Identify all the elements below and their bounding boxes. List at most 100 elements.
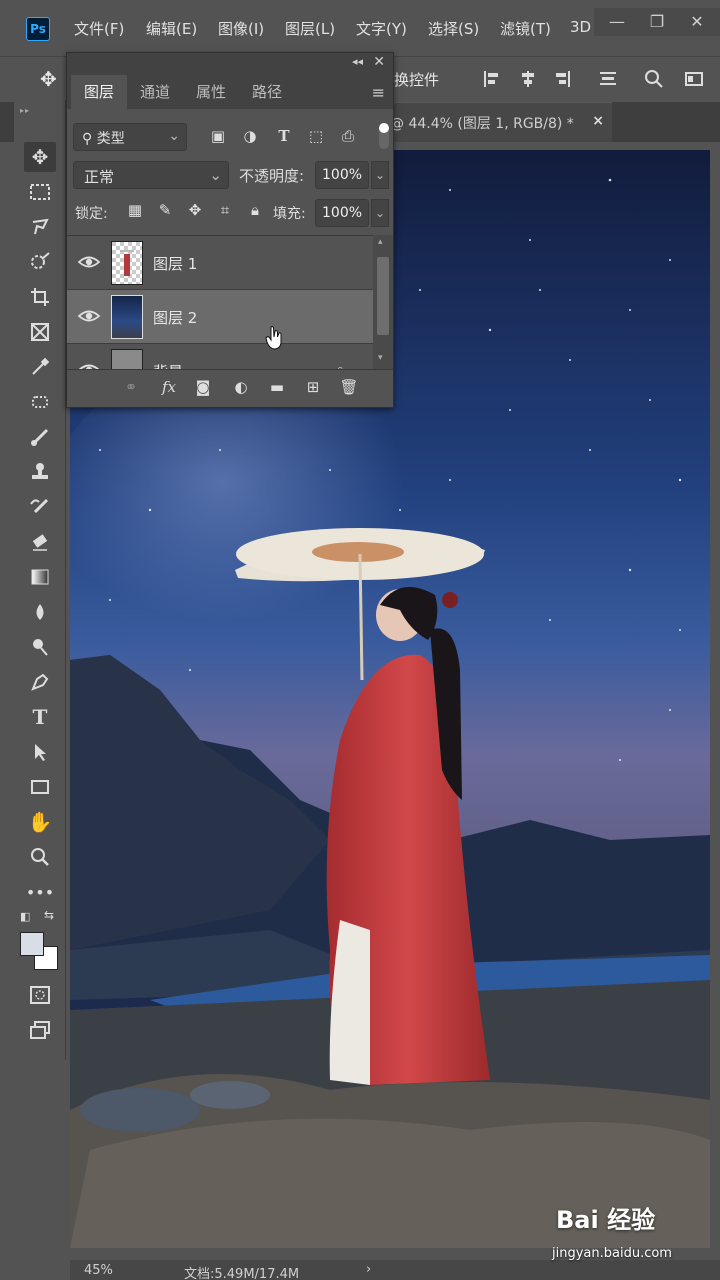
marquee-tool-icon[interactable]: [24, 177, 56, 207]
layer-lock-icon: 🔒︎: [337, 362, 344, 369]
menu-filter[interactable]: 滤镜(T): [500, 18, 551, 39]
visibility-eye-icon[interactable]: [77, 306, 101, 326]
path-selection-tool-icon[interactable]: [24, 737, 56, 767]
new-group-icon[interactable]: ▬: [265, 378, 289, 400]
opacity-dropdown-icon[interactable]: ⌄: [371, 161, 389, 189]
quick-mask-icon[interactable]: [24, 980, 56, 1010]
workspace-icon[interactable]: [684, 69, 704, 89]
layer-name[interactable]: 图层 2: [153, 307, 197, 328]
move-tool-preset-icon[interactable]: ✥: [40, 67, 57, 91]
scroll-up-icon[interactable]: ▴: [378, 237, 383, 247]
search-icon[interactable]: [644, 69, 664, 89]
opacity-input[interactable]: 100%: [315, 161, 369, 189]
more-tools-icon[interactable]: •••: [24, 877, 56, 907]
move-tool-icon[interactable]: ✥: [24, 142, 56, 172]
crop-tool-icon[interactable]: [24, 282, 56, 312]
layer-name[interactable]: 图层 1: [153, 253, 197, 274]
healing-brush-tool-icon[interactable]: [24, 387, 56, 417]
panel-title-strip[interactable]: ◂◂ ✕: [67, 53, 393, 75]
menu-type[interactable]: 文字(Y): [356, 18, 407, 39]
visibility-eye-icon[interactable]: [77, 360, 101, 369]
filter-type-icon[interactable]: T: [273, 125, 295, 147]
swap-colors-icon[interactable]: ⇆: [44, 908, 54, 922]
lock-position-icon[interactable]: ✥: [185, 201, 205, 223]
delete-layer-icon[interactable]: 🗑︎: [337, 378, 361, 400]
layer-style-fx-icon[interactable]: fx: [157, 378, 181, 400]
default-colors-icon[interactable]: ◧: [20, 910, 30, 923]
align-left-icon[interactable]: [482, 69, 502, 89]
tab-channels[interactable]: 通道: [127, 75, 183, 109]
filter-smart-object-icon[interactable]: ⎙: [337, 125, 359, 147]
collapse-panel-icon[interactable]: ◂◂: [352, 55, 363, 68]
gradient-tool-icon[interactable]: [24, 562, 56, 592]
eraser-tool-icon[interactable]: [24, 527, 56, 557]
menu-edit[interactable]: 编辑(E): [146, 18, 197, 39]
visibility-eye-icon[interactable]: [77, 252, 101, 272]
type-tool-icon[interactable]: T: [24, 702, 56, 732]
menu-file[interactable]: 文件(F): [74, 18, 124, 39]
close-button[interactable]: ✕: [680, 10, 714, 34]
menu-image[interactable]: 图像(I): [218, 18, 264, 39]
filter-adjustment-icon[interactable]: ◑: [239, 125, 261, 147]
filter-shape-icon[interactable]: ⬚: [305, 125, 327, 147]
align-top-icon[interactable]: [598, 69, 618, 89]
layer-row-1[interactable]: 图层 1: [67, 236, 373, 290]
minimize-button[interactable]: —: [600, 10, 634, 34]
filter-toggle-switch[interactable]: [379, 123, 389, 149]
fill-input[interactable]: 100%: [315, 199, 369, 227]
blur-tool-icon[interactable]: [24, 597, 56, 627]
toolbar-collapse-handle[interactable]: ▸▸: [20, 106, 30, 115]
layer-name[interactable]: 背景: [153, 361, 183, 369]
zoom-level[interactable]: 45%: [84, 1263, 113, 1278]
scrollbar-thumb[interactable]: [377, 257, 389, 335]
new-adjustment-layer-icon[interactable]: ◐: [229, 378, 253, 400]
scroll-down-icon[interactable]: ▾: [378, 353, 383, 363]
screen-mode-icon[interactable]: [24, 1015, 56, 1045]
zoom-tool-icon[interactable]: [24, 842, 56, 872]
filter-pixel-icon[interactable]: ▣: [207, 125, 229, 147]
align-right-icon[interactable]: [552, 69, 572, 89]
lock-artboard-icon[interactable]: ⌗: [215, 201, 235, 223]
quick-selection-tool-icon[interactable]: [24, 247, 56, 277]
menu-layer[interactable]: 图层(L): [285, 18, 335, 39]
layer-thumbnail: [111, 349, 143, 369]
lock-image-pixels-icon[interactable]: ✎: [155, 201, 175, 223]
link-layers-icon[interactable]: ⚭: [119, 378, 143, 400]
align-center-icon[interactable]: [518, 69, 538, 89]
close-tab-icon[interactable]: ×: [592, 113, 604, 129]
tab-layers[interactable]: 图层: [71, 75, 127, 109]
new-layer-icon[interactable]: ⊞: [301, 378, 325, 400]
layer-filter-select[interactable]: ⚲ 类型 ⌄: [73, 123, 187, 151]
status-bar: 45% 文档:5.49M/17.4M ›: [70, 1260, 720, 1280]
lasso-tool-icon[interactable]: [24, 212, 56, 242]
pen-tool-icon[interactable]: [24, 667, 56, 697]
brush-tool-icon[interactable]: [24, 422, 56, 452]
frame-tool-icon[interactable]: [24, 317, 56, 347]
panel-menu-icon[interactable]: ≡: [372, 83, 385, 102]
clone-stamp-tool-icon[interactable]: [24, 457, 56, 487]
foreground-color-swatch[interactable]: [20, 932, 44, 956]
add-mask-icon[interactable]: ◙: [191, 378, 215, 400]
layer-list-scrollbar[interactable]: ▴ ▾: [373, 235, 393, 369]
history-brush-tool-icon[interactable]: [24, 492, 56, 522]
restore-button[interactable]: ❐: [640, 10, 674, 34]
lock-transparency-icon[interactable]: ▦: [125, 201, 145, 223]
document-tab[interactable]: @ 44.4% (图层 1, RGB/8) * ×: [380, 102, 612, 142]
menu-select[interactable]: 选择(S): [428, 18, 479, 39]
blend-mode-select[interactable]: 正常 ⌄: [73, 161, 229, 189]
layer-row-2[interactable]: 图层 2: [67, 290, 373, 344]
dodge-tool-icon[interactable]: [24, 632, 56, 662]
opacity-label: 不透明度:: [239, 167, 305, 185]
menu-3d[interactable]: 3D: [570, 18, 591, 36]
hand-tool-icon[interactable]: ✋: [24, 807, 56, 837]
tab-paths[interactable]: 路径: [239, 75, 295, 109]
fill-dropdown-icon[interactable]: ⌄: [371, 199, 389, 227]
tab-properties[interactable]: 属性: [183, 75, 239, 109]
layer-row-background[interactable]: 背景 🔒︎: [67, 344, 373, 369]
close-panel-icon[interactable]: ✕: [373, 54, 385, 70]
show-transform-controls-label[interactable]: 换控件: [394, 69, 439, 90]
rectangle-tool-icon[interactable]: [24, 772, 56, 802]
status-menu-arrow-icon[interactable]: ›: [366, 1262, 371, 1277]
lock-all-icon[interactable]: 🔒︎: [245, 201, 265, 223]
eyedropper-tool-icon[interactable]: [24, 352, 56, 382]
